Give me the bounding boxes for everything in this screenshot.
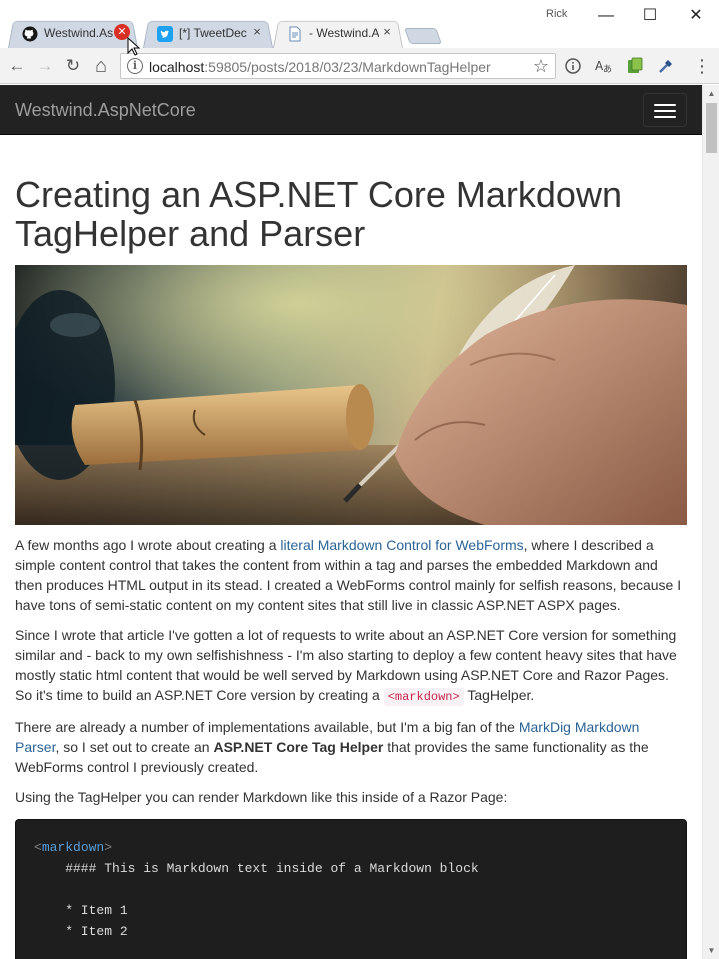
- close-window-icon[interactable]: ✕: [673, 4, 719, 28]
- site-navbar: Westwind.AspNetCore: [0, 85, 702, 135]
- paragraph-3: There are already a number of implementa…: [15, 717, 687, 777]
- page-viewport: Westwind.AspNetCore Creating an ASP.NET …: [0, 85, 702, 959]
- tab-close-icon[interactable]: ×: [249, 24, 265, 40]
- back-icon[interactable]: ←: [5, 54, 29, 78]
- info-circle-icon[interactable]: [565, 58, 581, 74]
- url-host: localhost: [149, 59, 205, 75]
- minimize-icon[interactable]: —: [583, 4, 629, 28]
- scroll-thumb[interactable]: [706, 103, 717, 153]
- paragraph-4: Using the TagHelper you can render Markd…: [15, 789, 508, 805]
- hamburger-menu-icon[interactable]: [643, 93, 687, 127]
- home-icon[interactable]: ⌂: [89, 54, 113, 78]
- code-block: <markdown> #### This is Markdown text in…: [15, 819, 687, 959]
- page-scrollbar[interactable]: ▲ ▼: [702, 85, 719, 959]
- browser-menu-icon[interactable]: ⋮: [690, 54, 714, 78]
- extension-icon[interactable]: [626, 57, 644, 75]
- browser-titlebar: Westwind.As ✕ [*] TweetDec × - Westwind.…: [0, 0, 719, 48]
- tab-close-icon[interactable]: ×: [379, 24, 395, 40]
- text: A few months ago I wrote about creating …: [15, 537, 281, 553]
- twitter-icon: [157, 26, 173, 42]
- tab-westwind-active[interactable]: - Westwind.A ×: [273, 18, 403, 48]
- code-tag-name: markdown: [41, 840, 105, 855]
- tab-label: [*] TweetDec: [179, 26, 247, 40]
- paragraph-2: Since I wrote that article I've gotten a…: [15, 625, 687, 707]
- text: There are already a number of implementa…: [15, 719, 519, 735]
- address-bar[interactable]: i localhost:59805/posts/2018/03/23/Markd…: [120, 53, 556, 79]
- url-path: :59805/posts/2018/03/23/MarkdownTagHelpe…: [204, 59, 491, 75]
- code-open-gt: >: [104, 840, 113, 855]
- code-line: #### This is Markdown text inside of a M…: [34, 861, 479, 876]
- bookmark-star-icon[interactable]: ☆: [533, 56, 549, 77]
- code-line: * Item 2: [34, 924, 128, 939]
- github-icon: [22, 26, 38, 42]
- eyedropper-icon[interactable]: [657, 57, 675, 75]
- mouse-cursor-icon: [127, 37, 141, 56]
- article-title: Creating an ASP.NET Core Markdown TagHel…: [15, 174, 622, 254]
- translate-icon[interactable]: A あ: [595, 57, 613, 75]
- hero-image: [15, 265, 687, 525]
- scroll-down-icon[interactable]: ▼: [703, 942, 719, 959]
- text: Since I wrote that article I've gotten a…: [15, 627, 677, 703]
- reload-icon[interactable]: ↻: [61, 54, 85, 78]
- forward-icon[interactable]: →: [33, 54, 57, 78]
- tab-label: - Westwind.A: [309, 26, 379, 40]
- inline-code-markdown: <markdown>: [383, 688, 464, 706]
- site-brand[interactable]: Westwind.AspNetCore: [15, 100, 196, 121]
- address-url[interactable]: localhost:59805/posts/2018/03/23/Markdow…: [149, 59, 491, 75]
- svg-text:あ: あ: [603, 64, 612, 75]
- code-line: * Item 1: [34, 903, 128, 918]
- hand-writing-with-quill-image: [15, 265, 687, 525]
- bold-text: ASP.NET Core Tag Helper: [213, 739, 384, 755]
- page-icon: [289, 26, 301, 42]
- scroll-up-icon[interactable]: ▲: [703, 85, 719, 102]
- text: TagHelper.: [463, 687, 535, 703]
- tab-westwind-github[interactable]: Westwind.As ✕: [8, 18, 138, 48]
- tab-label: Westwind.As: [44, 26, 114, 40]
- browser-toolbar: ← → ↻ ⌂ i localhost:59805/posts/2018/03/…: [0, 48, 719, 84]
- text: , so I set out to create an: [55, 739, 214, 755]
- code-open-lt: <: [34, 840, 42, 855]
- link-markdown-webforms[interactable]: literal Markdown Control for WebForms: [280, 537, 523, 553]
- tab-tweetdeck[interactable]: [*] TweetDec ×: [143, 18, 273, 48]
- profile-name[interactable]: Rick: [546, 8, 567, 20]
- maximize-icon[interactable]: ☐: [627, 4, 673, 28]
- tab-strip: Westwind.As ✕ [*] TweetDec × - Westwind.…: [0, 18, 540, 48]
- article: Creating an ASP.NET Core Markdown TagHel…: [15, 175, 687, 959]
- new-tab-button[interactable]: [404, 28, 442, 44]
- site-info-icon[interactable]: i: [127, 58, 143, 74]
- paragraph-1: A few months ago I wrote about creating …: [15, 535, 687, 615]
